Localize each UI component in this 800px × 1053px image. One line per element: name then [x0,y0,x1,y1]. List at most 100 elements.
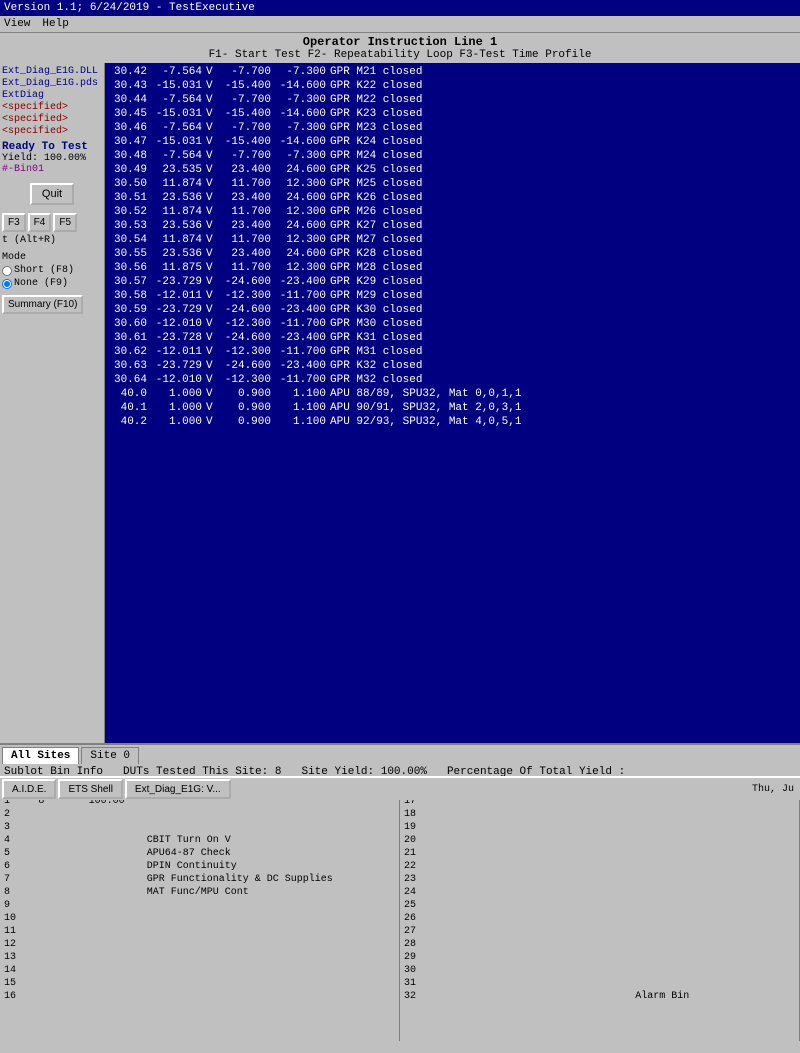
ets-shell-button[interactable]: ETS Shell [58,779,122,799]
bin-count [459,977,545,990]
menu-bar: View Help [0,16,800,33]
bin-yield [545,912,631,925]
bin-num: 28 [400,938,459,951]
row-unit: V [206,303,220,317]
row-desc: GPR K23 closed [330,107,796,121]
f4-button[interactable]: F4 [28,213,52,232]
bin-num: 15 [0,977,34,990]
list-item: 3 [0,821,399,834]
row-desc: GPR K31 closed [330,331,796,345]
bin-desc [143,990,399,1003]
bin-yield [85,912,143,925]
bin-num: 12 [0,938,34,951]
quit-button[interactable]: Quit [30,183,74,205]
bin-num: 7 [0,873,34,886]
sidebar-file-2: Ext_Diag_E1G.pds [2,78,102,89]
table-row: 30.49 23.535 V 23.400 24.600 GPR K25 clo… [109,163,796,177]
row-unit: V [206,387,220,401]
row-val1: -7.564 [151,93,206,107]
list-item: 9 [0,899,399,912]
row-val2: -7.700 [220,65,275,79]
bin-count [459,990,545,1003]
aide-button[interactable]: A.I.D.E. [2,779,56,799]
mode-short[interactable]: Short (F8) [2,265,102,276]
bin-yield [545,951,631,964]
bin-num: 3 [0,821,34,834]
row-seq: 30.42 [109,65,151,79]
row-val1: -12.010 [151,317,206,331]
table-row: 30.63 -23.729 V -24.600 -23.400 GPR K32 … [109,359,796,373]
taskbar-time: Thu, Ju [752,784,798,795]
list-item: 20 [400,834,799,847]
mode-none-label: None (F9) [14,278,68,289]
sublot-content: Bin Count Yield Description 1 8 100.00 2… [0,781,800,1041]
row-val3: 12.300 [275,261,330,275]
row-unit: V [206,317,220,331]
list-item: 6 DPIN Continuity [0,860,399,873]
row-unit: V [206,233,220,247]
row-val3: 24.600 [275,247,330,261]
table-row: 30.61 -23.728 V -24.600 -23.400 GPR K31 … [109,331,796,345]
table-row: 30.54 11.874 V 11.700 12.300 GPR M27 clo… [109,233,796,247]
row-val3: 24.600 [275,191,330,205]
tab-all-sites[interactable]: All Sites [2,747,79,764]
sidebar-file-3: ExtDiag [2,90,102,101]
bin-desc [631,912,799,925]
menu-help[interactable]: Help [42,18,68,30]
list-item: 22 [400,860,799,873]
bin-yield [545,886,631,899]
table-row: 30.56 11.875 V 11.700 12.300 GPR M28 clo… [109,261,796,275]
f3-button[interactable]: F3 [2,213,26,232]
row-desc: GPR K25 closed [330,163,796,177]
tab-site-0[interactable]: Site 0 [81,747,139,764]
bin-count [459,899,545,912]
row-val1: -7.564 [151,121,206,135]
row-desc: GPR M24 closed [330,149,796,163]
row-val3: -7.300 [275,65,330,79]
mode-none-radio[interactable] [2,279,12,289]
bin-count [34,938,84,951]
row-val1: -12.010 [151,373,206,387]
row-val1: -7.564 [151,149,206,163]
row-val3: -11.700 [275,373,330,387]
bin-count [34,977,84,990]
mode-none[interactable]: None (F9) [2,278,102,289]
bin-num: 32 [400,990,459,1003]
mode-short-radio[interactable] [2,266,12,276]
bin-num: 5 [0,847,34,860]
bin-desc [631,860,799,873]
bin-num: 31 [400,977,459,990]
row-seq: 30.48 [109,149,151,163]
row-seq: 30.64 [109,373,151,387]
bin-yield [85,821,143,834]
bin-yield [85,808,143,821]
bin-yield [545,938,631,951]
row-val3: -23.400 [275,303,330,317]
row-desc: GPR K22 closed [330,79,796,93]
bin-count [34,873,84,886]
bin-num: 19 [400,821,459,834]
bin-num: 23 [400,873,459,886]
row-val3: -11.700 [275,317,330,331]
bin-count [459,951,545,964]
ext-diag-button[interactable]: Ext_Diag_E1G: V... [125,779,231,799]
sidebar-bin: #-Bin01 [2,164,102,175]
taskbar: A.I.D.E. ETS Shell Ext_Diag_E1G: V... Th… [0,776,800,800]
row-unit: V [206,261,220,275]
bin-yield [85,899,143,912]
bin-yield [85,860,143,873]
f5-button[interactable]: F5 [53,213,77,232]
bin-yield [545,808,631,821]
bin-count [34,912,84,925]
list-item: 12 [0,938,399,951]
bin-yield [85,938,143,951]
summary-button[interactable]: Summary (F10) [2,295,83,314]
list-item: 10 [0,912,399,925]
table-row: 30.43 -15.031 V -15.400 -14.600 GPR K22 … [109,79,796,93]
row-val3: -14.600 [275,135,330,149]
row-val2: -15.400 [220,135,275,149]
bin-desc [143,899,399,912]
row-desc: GPR M23 closed [330,121,796,135]
menu-view[interactable]: View [4,18,30,30]
left-bin-table: Bin Count Yield Description 1 8 100.00 2… [0,781,400,1041]
